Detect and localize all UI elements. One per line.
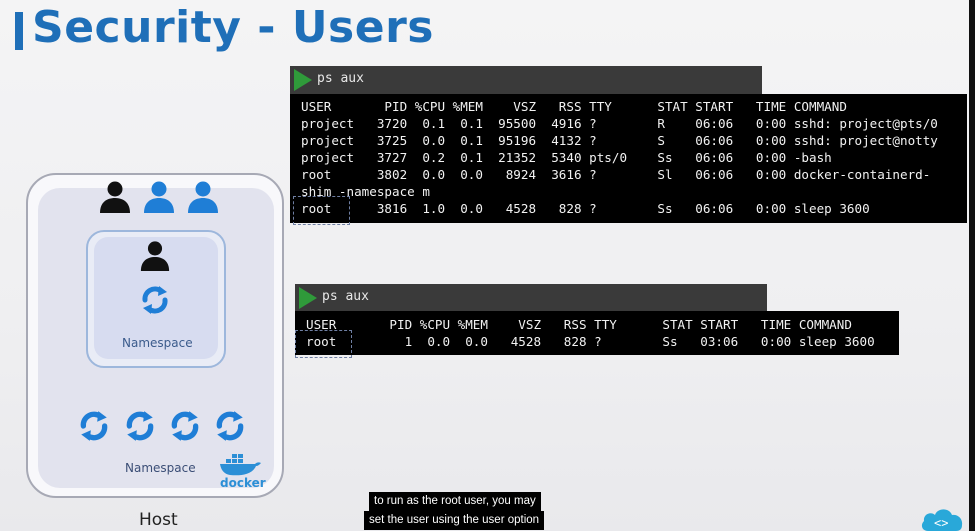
host-terminal-line: project 3725 0.0 0.1 95196 4132 ? S 06:0… bbox=[301, 133, 938, 148]
host-terminal-line: USER PID %CPU %MEM VSZ RSS TTY STAT STAR… bbox=[301, 99, 847, 114]
play-icon bbox=[294, 69, 312, 91]
svg-text:<>: <> bbox=[934, 516, 948, 530]
container-command: ps aux bbox=[322, 289, 369, 304]
subtitle-caption-line2: set the user using the user option bbox=[364, 511, 545, 530]
host-terminal-line: root 3802 0.0 0.0 8924 3616 ? Sl 06:06 0… bbox=[301, 167, 931, 182]
sync-icon bbox=[142, 286, 168, 314]
host-terminal-line: project 3727 0.2 0.1 21352 5340 pts/0 Ss… bbox=[301, 150, 832, 165]
play-icon bbox=[299, 287, 317, 309]
docker-whale-icon bbox=[220, 454, 261, 476]
sync-icon bbox=[80, 411, 108, 441]
root-user-highlight bbox=[293, 196, 350, 225]
host-command: ps aux bbox=[317, 71, 364, 86]
docker-logo-text: docker bbox=[220, 476, 266, 490]
namespace-label-outer: Namespace bbox=[125, 461, 196, 475]
person-icon-black bbox=[140, 241, 170, 272]
container-terminal-line: USER PID %CPU %MEM VSZ RSS TTY STAT STAR… bbox=[306, 317, 852, 332]
window-edge bbox=[969, 0, 975, 531]
cloud-logo-icon: <> bbox=[921, 509, 963, 531]
sync-icon bbox=[126, 411, 154, 441]
host-terminal-line: project 3720 0.1 0.1 95500 4916 ? R 06:0… bbox=[301, 116, 938, 131]
container-terminal-header: ps aux bbox=[295, 284, 767, 311]
host-terminal-output: USER PID %CPU %MEM VSZ RSS TTY STAT STAR… bbox=[290, 94, 967, 223]
subtitle-caption-line1: to run as the root user, you may bbox=[369, 492, 541, 511]
sync-icon bbox=[216, 411, 244, 441]
slide-title: Security - Users bbox=[32, 2, 434, 53]
root-user-highlight bbox=[295, 330, 352, 358]
host-terminal-header: ps aux bbox=[290, 66, 762, 94]
person-icon-black bbox=[100, 181, 130, 213]
host-terminal-line: root 3816 1.0 0.0 4528 828 ? Ss 06:06 0:… bbox=[301, 201, 870, 216]
namespace-label-inner: Namespace bbox=[122, 336, 193, 350]
container-terminal-output: USER PID %CPU %MEM VSZ RSS TTY STAT STAR… bbox=[295, 311, 899, 355]
title-accent-bar bbox=[15, 12, 23, 50]
host-label: Host bbox=[139, 510, 178, 530]
person-icon-blue bbox=[188, 181, 218, 213]
person-icon-blue bbox=[144, 181, 174, 213]
sync-icon bbox=[171, 411, 199, 441]
container-terminal-line: root 1 0.0 0.0 4528 828 ? Ss 03:06 0:00 … bbox=[306, 334, 875, 349]
